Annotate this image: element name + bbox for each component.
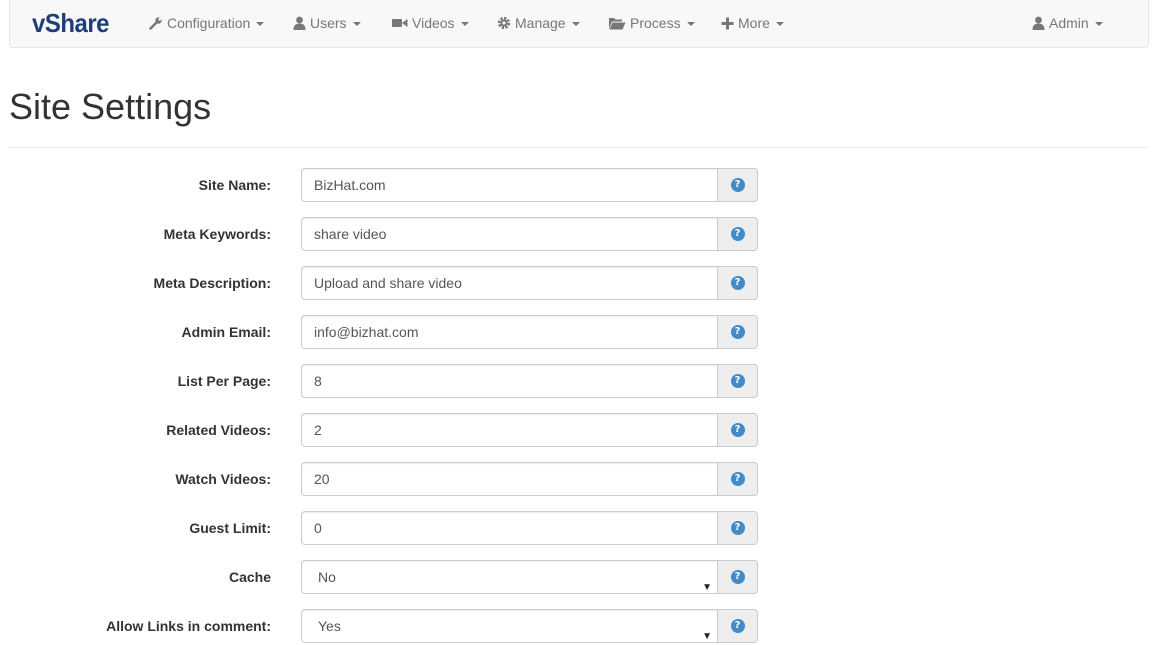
- site-name-input[interactable]: BizHat.com: [301, 168, 718, 202]
- watch-videos-label: Watch Videos:: [175, 471, 271, 487]
- question-circle-icon: ?: [730, 178, 745, 192]
- dropdown-arrow-icon: ▼: [702, 582, 712, 593]
- form-row-allow-links: Allow Links in comment: Yes ▼ ?: [0, 609, 760, 643]
- nav-users[interactable]: Users: [293, 0, 361, 46]
- top-navbar: vShare Configuration Users Videos Manage…: [9, 0, 1149, 48]
- help-addon[interactable]: ?: [717, 315, 758, 349]
- form-row-related-videos: Related Videos: 2 ?: [0, 413, 760, 447]
- chevron-down-icon: [1094, 22, 1103, 26]
- dropdown-arrow-icon: ▼: [702, 631, 712, 642]
- nav-configuration[interactable]: Configuration: [149, 0, 265, 46]
- chevron-down-icon: [686, 22, 695, 26]
- site-name-label: Site Name:: [198, 177, 271, 193]
- allow-links-select-value: Yes: [318, 618, 341, 634]
- nav-process-label: Process: [630, 15, 681, 31]
- question-circle-icon: ?: [730, 276, 745, 290]
- nav-admin-user[interactable]: Admin: [1032, 0, 1103, 46]
- question-circle-icon: ?: [730, 374, 745, 388]
- nav-more-label: More: [738, 15, 770, 31]
- nav-manage[interactable]: Manage: [497, 0, 580, 46]
- nav-users-label: Users: [310, 15, 347, 31]
- cache-select[interactable]: No ▼: [301, 560, 718, 594]
- brand-logo[interactable]: vShare: [32, 8, 109, 39]
- plus-icon: [721, 17, 734, 29]
- list-per-page-label: List Per Page:: [177, 373, 271, 389]
- chevron-down-icon: [775, 22, 784, 26]
- list-per-page-input[interactable]: 8: [301, 364, 718, 398]
- chevron-down-icon: [571, 22, 580, 26]
- help-addon[interactable]: ?: [717, 413, 758, 447]
- form-row-meta-keywords: Meta Keywords: share video ?: [0, 217, 760, 251]
- help-addon[interactable]: ?: [717, 266, 758, 300]
- nav-videos-label: Videos: [412, 15, 455, 31]
- meta-description-label: Meta Description:: [153, 275, 271, 291]
- admin-email-label: Admin Email:: [181, 324, 271, 340]
- form-row-site-name: Site Name: BizHat.com ?: [0, 168, 760, 202]
- help-addon[interactable]: ?: [717, 217, 758, 251]
- meta-description-input[interactable]: Upload and share video: [301, 266, 718, 300]
- meta-keywords-input[interactable]: share video: [301, 217, 718, 251]
- help-addon[interactable]: ?: [717, 168, 758, 202]
- form-row-watch-videos: Watch Videos: 20 ?: [0, 462, 760, 496]
- admin-email-input[interactable]: info@bizhat.com: [301, 315, 718, 349]
- nav-configuration-label: Configuration: [167, 15, 251, 31]
- watch-videos-input[interactable]: 20: [301, 462, 718, 496]
- help-addon[interactable]: ?: [717, 364, 758, 398]
- cache-label: Cache: [228, 569, 271, 585]
- video-camera-icon: [392, 19, 408, 27]
- nav-admin-label: Admin: [1049, 15, 1089, 31]
- nav-more[interactable]: More: [721, 0, 784, 46]
- question-circle-icon: ?: [730, 227, 745, 241]
- form-row-admin-email: Admin Email: info@bizhat.com ?: [0, 315, 760, 349]
- help-addon[interactable]: ?: [717, 560, 758, 594]
- help-addon[interactable]: ?: [717, 462, 758, 496]
- user-icon: [293, 16, 306, 30]
- chevron-down-icon: [460, 22, 469, 26]
- divider: [9, 147, 1149, 148]
- allow-links-label: Allow Links in comment:: [106, 618, 271, 634]
- form-row-cache: Cache No ▼ ?: [0, 560, 760, 594]
- help-addon[interactable]: ?: [717, 609, 758, 643]
- user-icon: [1032, 16, 1045, 30]
- page-title: Site Settings: [9, 86, 212, 127]
- question-circle-icon: ?: [730, 619, 745, 633]
- question-circle-icon: ?: [730, 423, 745, 437]
- question-circle-icon: ?: [730, 521, 745, 535]
- help-addon[interactable]: ?: [717, 511, 758, 545]
- cog-icon: [497, 16, 511, 30]
- meta-keywords-label: Meta Keywords:: [163, 226, 271, 242]
- allow-links-select[interactable]: Yes ▼: [301, 609, 718, 643]
- guest-limit-input[interactable]: 0: [301, 511, 718, 545]
- folder-open-icon: [609, 17, 626, 29]
- nav-videos[interactable]: Videos: [392, 0, 469, 46]
- guest-limit-label: Guest Limit:: [189, 520, 271, 536]
- question-circle-icon: ?: [730, 472, 745, 486]
- chevron-down-icon: [256, 22, 265, 26]
- form-row-guest-limit: Guest Limit: 0 ?: [0, 511, 760, 545]
- related-videos-input[interactable]: 2: [301, 413, 718, 447]
- chevron-down-icon: [352, 22, 361, 26]
- wrench-icon: [149, 17, 162, 30]
- related-videos-label: Related Videos:: [166, 422, 271, 438]
- question-circle-icon: ?: [730, 570, 745, 584]
- cache-select-value: No: [318, 569, 336, 585]
- question-circle-icon: ?: [730, 325, 745, 339]
- form-row-meta-description: Meta Description: Upload and share video…: [0, 266, 760, 300]
- nav-process[interactable]: Process: [609, 0, 695, 46]
- nav-manage-label: Manage: [515, 15, 566, 31]
- form-row-list-per-page: List Per Page: 8 ?: [0, 364, 760, 398]
